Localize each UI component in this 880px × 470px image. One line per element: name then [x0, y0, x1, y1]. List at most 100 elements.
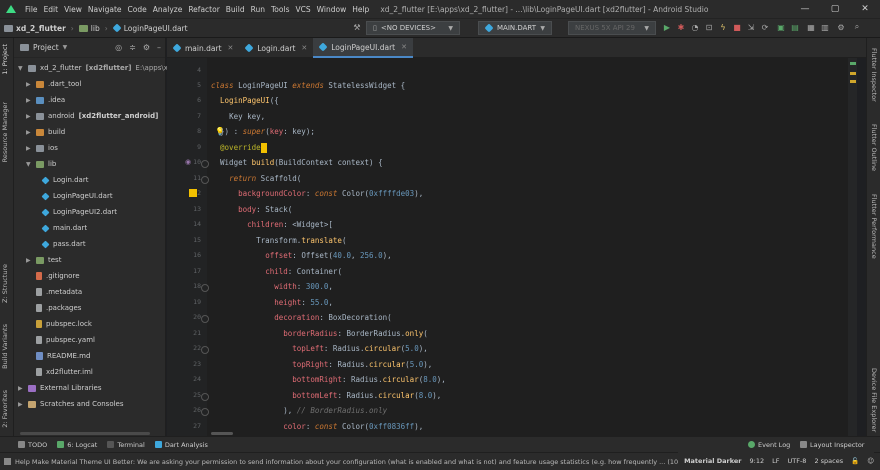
tree-item[interactable]: README.md: [36, 348, 90, 364]
flutter-inspector-tab[interactable]: Flutter Inspector: [870, 48, 878, 102]
minimize-button[interactable]: —: [790, 0, 820, 18]
tree-root[interactable]: ▼ xd_2_flutter [xd2flutter] E:\apps\xd_2…: [18, 60, 188, 76]
menu-window[interactable]: Window: [314, 5, 350, 14]
dart-analysis-tool-button[interactable]: Dart Analysis: [154, 441, 208, 449]
hector-icon[interactable]: ☺: [867, 457, 874, 465]
fold-icon[interactable]: [201, 160, 209, 168]
menu-code[interactable]: Code: [125, 5, 150, 14]
color-swatch-icon[interactable]: [189, 189, 197, 197]
menu-help[interactable]: Help: [349, 5, 372, 14]
fold-icon[interactable]: [201, 346, 209, 354]
profile-icon[interactable]: ◔: [690, 22, 700, 32]
code-editor[interactable]: 4 5 6 7 8 9 10 11 12 13 14 15 16 17 18 1…: [167, 58, 857, 436]
close-window-button[interactable]: ✕: [850, 0, 880, 18]
menu-build[interactable]: Build: [223, 5, 248, 14]
error-stripe-mark[interactable]: [850, 72, 856, 75]
avd-selector[interactable]: NEXUS 5X API 29 ▼: [568, 21, 656, 35]
menu-navigate[interactable]: Navigate: [85, 5, 125, 14]
collapse-icon[interactable]: ≑: [129, 43, 136, 52]
project-tool-tab[interactable]: 1: Project: [1, 44, 9, 75]
tree-item[interactable]: pass.dart: [41, 236, 86, 252]
todo-tool-button[interactable]: TODO: [18, 441, 47, 449]
menu-view[interactable]: View: [61, 5, 85, 14]
tree-item[interactable]: LoginPageUI.dart: [41, 188, 113, 204]
locate-icon[interactable]: ◎: [115, 43, 122, 52]
close-icon[interactable]: ✕: [401, 43, 407, 51]
tree-item[interactable]: main.dart: [41, 220, 87, 236]
search-icon[interactable]: ⌕: [852, 22, 862, 32]
layout-inspector-button[interactable]: Layout Inspector: [800, 441, 864, 449]
tab-login-dart[interactable]: Login.dart ✕: [239, 38, 313, 58]
tree-item[interactable]: ▶ .idea: [26, 92, 65, 108]
line-separator[interactable]: LF: [772, 457, 779, 465]
menu-vcs[interactable]: VCS: [292, 5, 313, 14]
terminal-tool-button[interactable]: Terminal: [107, 441, 145, 449]
structure-tab[interactable]: Z: Structure: [1, 264, 9, 303]
fold-icon[interactable]: [201, 284, 209, 292]
theme-indicator[interactable]: Material Darker: [684, 457, 741, 465]
tab-main-dart[interactable]: main.dart ✕: [167, 38, 239, 58]
favorites-tab[interactable]: 2: Favorites: [1, 390, 9, 428]
tree-item[interactable]: ▶ External Libraries: [18, 380, 102, 396]
editor-vertical-scrollbar[interactable]: [848, 58, 857, 436]
tree-item[interactable]: ▶ .dart_tool: [26, 76, 81, 92]
fold-icon[interactable]: [201, 176, 209, 184]
close-icon[interactable]: ✕: [301, 44, 307, 52]
debug-icon[interactable]: ✱: [676, 22, 686, 32]
tree-item[interactable]: LoginPageUI2.dart: [41, 204, 117, 220]
flutter-performance-tab[interactable]: Flutter Performance: [870, 194, 878, 259]
sync-icon[interactable]: ⟳: [760, 22, 770, 32]
fold-icon[interactable]: [201, 408, 209, 416]
sdk-manager-icon[interactable]: ▤: [790, 22, 800, 32]
status-message[interactable]: Help Make Material Theme UI Better: We a…: [15, 458, 723, 466]
resource-manager-tab[interactable]: Resource Manager: [1, 102, 9, 162]
run-config-selector[interactable]: MAIN.DART ▼: [478, 21, 552, 35]
tab-loginpageui-dart[interactable]: LoginPageUI.dart ✕: [313, 38, 413, 58]
logcat-tool-button[interactable]: 6: Logcat: [57, 441, 97, 449]
tree-item[interactable]: ▶ build: [26, 124, 65, 140]
avd-manager-icon[interactable]: ▣: [776, 22, 786, 32]
hide-icon[interactable]: –: [157, 43, 161, 52]
hot-reload-icon[interactable]: ϟ: [718, 22, 728, 32]
file-encoding[interactable]: UTF-8: [788, 457, 807, 465]
build-variants-tab[interactable]: Build Variants: [1, 324, 9, 369]
flutter-outline-tab[interactable]: Flutter Outline: [870, 124, 878, 171]
assistant-icon[interactable]: ▥: [820, 22, 830, 32]
menu-analyze[interactable]: Analyze: [150, 5, 186, 14]
tree-item[interactable]: pubspec.yaml: [36, 332, 95, 348]
tree-item[interactable]: Login.dart: [41, 172, 88, 188]
menu-run[interactable]: Run: [248, 5, 268, 14]
flutter-attach-icon[interactable]: ⇲: [746, 22, 756, 32]
fold-icon[interactable]: [201, 393, 209, 401]
indent-setting[interactable]: 2 spaces: [814, 457, 843, 465]
project-view-selector[interactable]: Project: [33, 43, 59, 52]
settings-icon[interactable]: ⚙: [836, 22, 846, 32]
close-icon[interactable]: ✕: [228, 44, 234, 52]
tree-item[interactable]: ▶ Scratches and Consoles: [18, 396, 124, 412]
tree-item[interactable]: ▶ test: [26, 252, 61, 268]
menu-refactor[interactable]: Refactor: [185, 5, 222, 14]
project-horizontal-scrollbar[interactable]: [20, 432, 150, 435]
tree-item[interactable]: .metadata: [36, 284, 82, 300]
editor-horizontal-scrollbar[interactable]: [211, 432, 233, 435]
override-marker-icon[interactable]: ◉: [185, 158, 191, 166]
tree-item[interactable]: xd2flutter.iml: [36, 364, 93, 380]
lock-icon[interactable]: 🔓: [851, 457, 859, 465]
fold-icon[interactable]: [201, 315, 209, 323]
device-selector[interactable]: ▯ <NO DEVICES> ▼: [366, 21, 460, 35]
layout-icon[interactable]: ▦: [806, 22, 816, 32]
menu-tools[interactable]: Tools: [268, 5, 292, 14]
tree-item[interactable]: .gitignore: [36, 268, 80, 284]
menu-file[interactable]: File: [22, 5, 41, 14]
tree-item[interactable]: ▶ ios: [26, 140, 58, 156]
gear-icon[interactable]: ⚙: [143, 43, 150, 52]
breadcrumb-file[interactable]: LoginPageUI.dart: [124, 24, 188, 33]
cursor-position[interactable]: 9:12: [750, 457, 765, 465]
breadcrumb-project[interactable]: xd_2_flutter: [16, 24, 66, 33]
maximize-button[interactable]: ▢: [820, 0, 850, 18]
device-file-explorer-tab[interactable]: Device File Explorer: [870, 368, 878, 432]
tree-item[interactable]: pubspec.lock: [36, 316, 92, 332]
hammer-icon[interactable]: ⚒: [352, 22, 362, 32]
error-stripe-mark[interactable]: [850, 80, 856, 83]
breadcrumb-lib[interactable]: lib: [91, 24, 100, 33]
